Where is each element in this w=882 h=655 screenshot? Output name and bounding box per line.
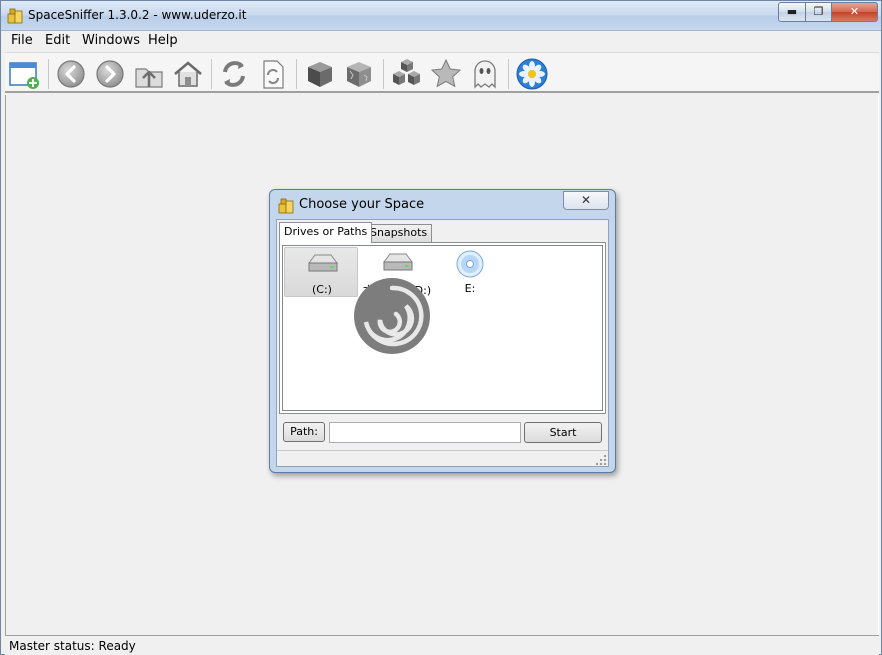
app-icon <box>278 198 294 214</box>
drive-item-e[interactable]: E: <box>433 247 507 297</box>
toolbar <box>5 52 879 93</box>
resize-grip-icon[interactable] <box>596 455 606 465</box>
drive-item-c[interactable]: (C:) <box>284 247 358 297</box>
drives-list: (C:) 本地磁盘 (D:) <box>282 245 603 411</box>
forward-icon[interactable] <box>93 57 127 91</box>
hard-drive-icon <box>383 253 413 271</box>
refresh-icon[interactable] <box>217 57 251 91</box>
star-icon[interactable] <box>429 57 463 91</box>
app-icon <box>7 8 23 24</box>
dialog-status-bar <box>277 450 608 467</box>
maximize-button[interactable]: ❐ <box>805 2 832 22</box>
tab-panel: (C:) 本地磁盘 (D:) <box>279 242 606 414</box>
flower-icon[interactable] <box>515 57 549 91</box>
choose-space-dialog: Choose your Space ✕ Drives or Paths Snap… <box>269 189 616 473</box>
title-bar[interactable]: SpaceSniffer 1.3.0.2 - www.uderzo.it ▬ ❐… <box>1 1 881 31</box>
status-text: Master status: Ready <box>9 639 136 653</box>
toolbar-separator <box>296 59 297 89</box>
status-bar: Master status: Ready <box>5 635 879 655</box>
ghost-icon[interactable] <box>468 57 502 91</box>
app-window: SpaceSniffer 1.3.0.2 - www.uderzo.it ▬ ❐… <box>0 0 882 655</box>
menu-help[interactable]: Help <box>144 33 182 48</box>
tab-drives-or-paths[interactable]: Drives or Paths <box>279 222 373 243</box>
cubes-icon[interactable] <box>390 57 424 91</box>
toolbar-separator <box>383 59 384 89</box>
menu-bar: File Edit Windows Help <box>5 31 879 52</box>
menu-edit[interactable]: Edit <box>41 33 74 48</box>
home-icon[interactable] <box>171 57 205 91</box>
dialog-close-button[interactable]: ✕ <box>563 191 609 210</box>
refresh-document-icon[interactable] <box>256 57 290 91</box>
dialog-body: Drives or Paths Snapshots (C:) E: Path: … <box>276 219 609 467</box>
toolbar-separator <box>211 59 212 89</box>
dialog-title: Choose your Space <box>299 197 425 212</box>
cube-rough-icon[interactable] <box>342 57 376 91</box>
back-icon[interactable] <box>54 57 88 91</box>
menu-windows[interactable]: Windows <box>78 33 144 48</box>
path-button[interactable]: Path: <box>283 422 325 442</box>
minimize-button[interactable]: ▬ <box>778 2 806 22</box>
toolbar-separator <box>48 59 49 89</box>
drive-label: E: <box>464 282 476 295</box>
loading-spinner-icon <box>354 278 430 354</box>
close-button[interactable]: ✕ <box>831 2 878 22</box>
up-folder-icon[interactable] <box>132 57 166 91</box>
hard-drive-icon <box>308 254 338 272</box>
tab-snapshots[interactable]: Snapshots <box>365 224 433 242</box>
drive-label: (C:) <box>312 283 332 296</box>
cd-drive-icon <box>456 250 484 278</box>
toolbar-separator <box>508 59 509 89</box>
menu-file[interactable]: File <box>7 33 37 48</box>
cube-dark-icon[interactable] <box>303 57 337 91</box>
start-button[interactable]: Start <box>524 422 602 443</box>
path-input[interactable] <box>329 422 521 443</box>
window-title: SpaceSniffer 1.3.0.2 - www.uderzo.it <box>28 8 247 22</box>
new-window-icon[interactable] <box>7 57 41 91</box>
